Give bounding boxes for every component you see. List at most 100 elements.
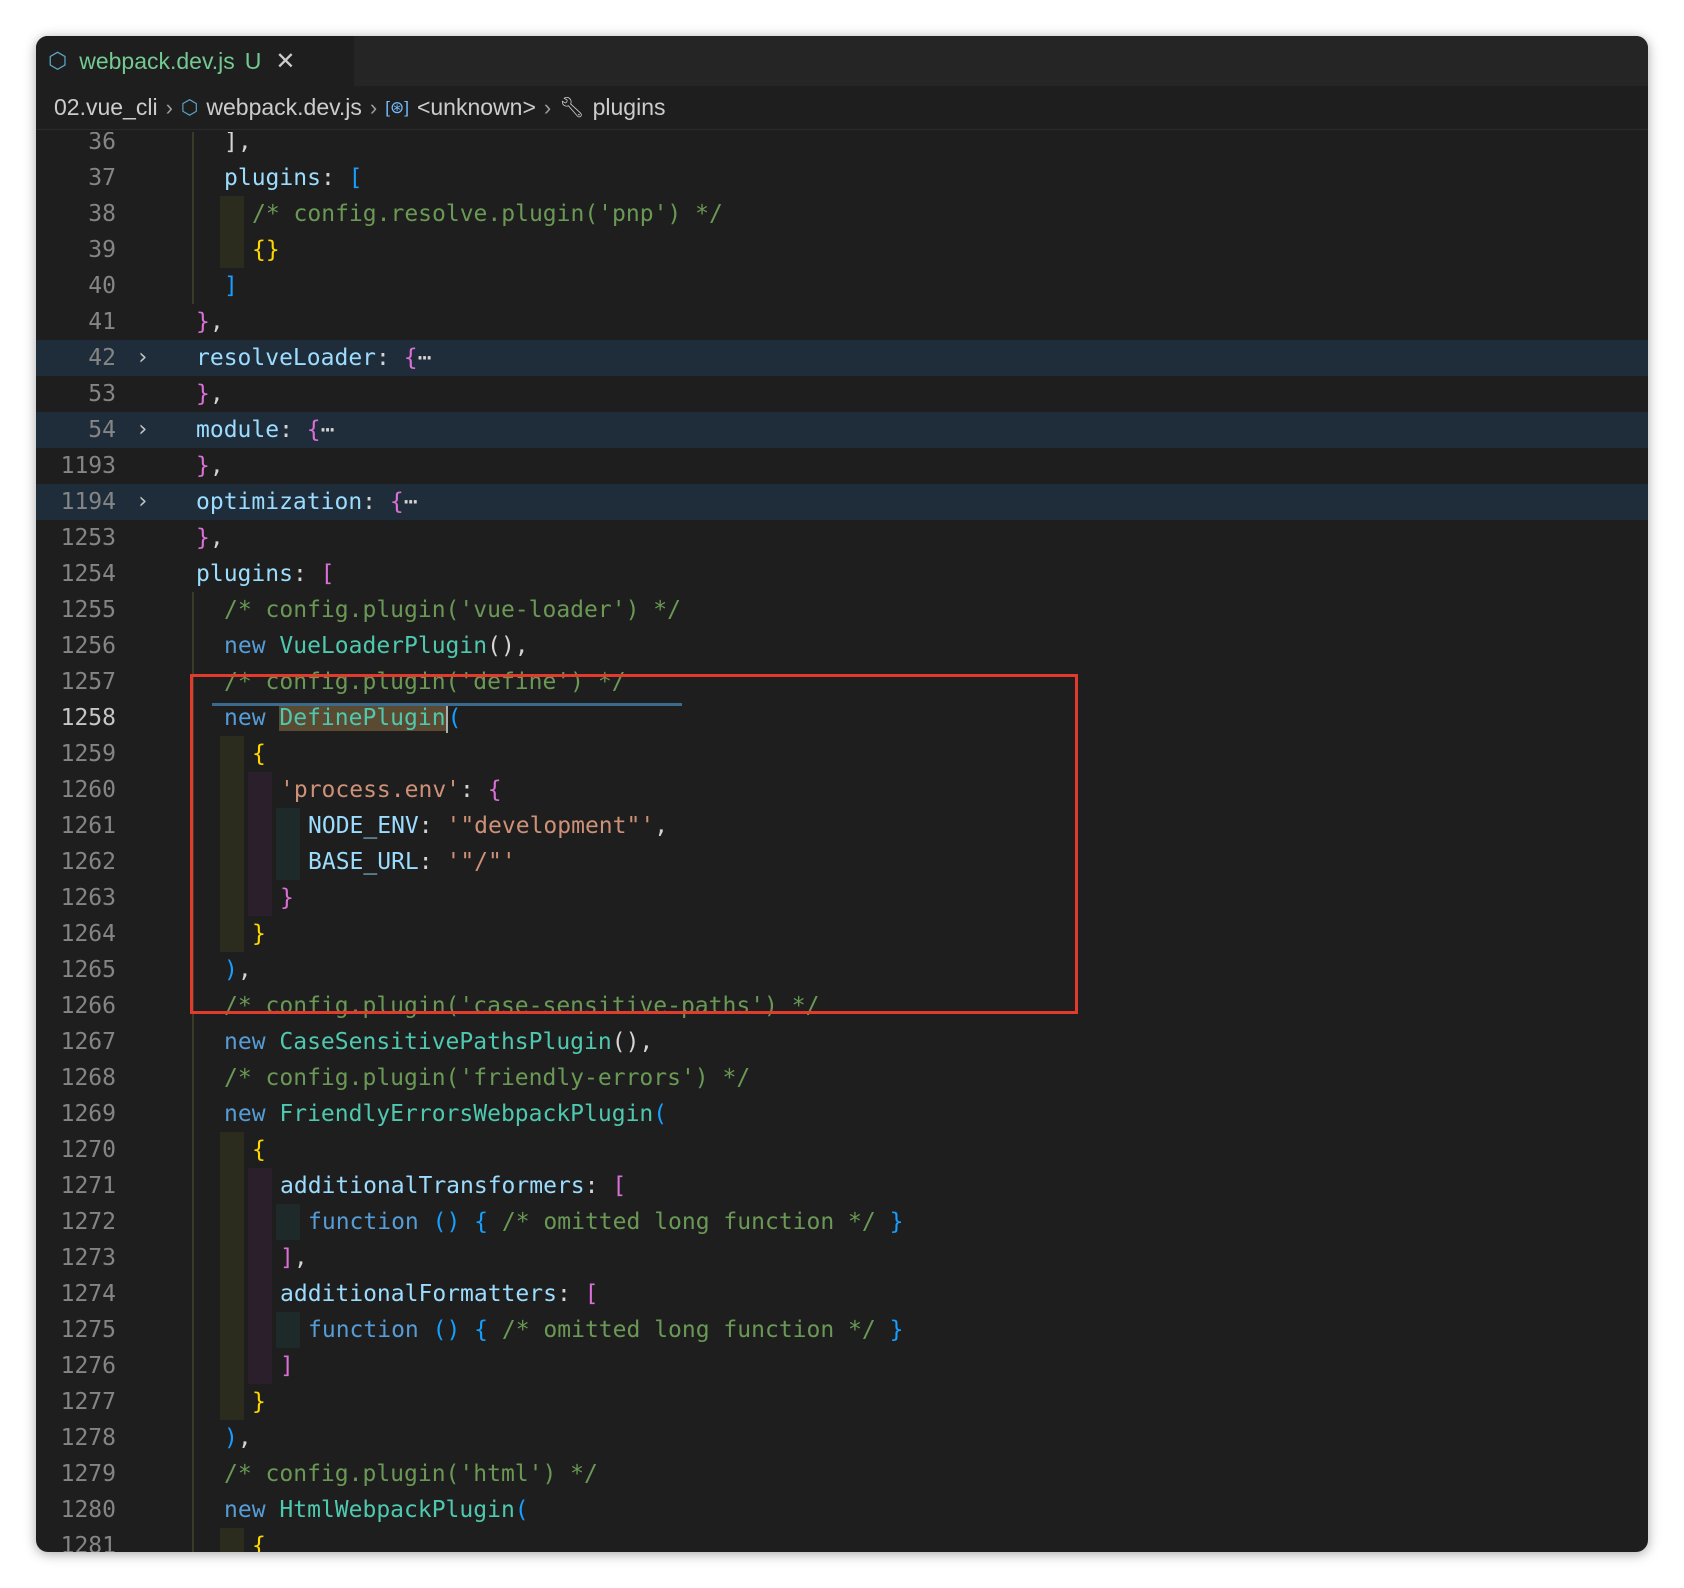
breadcrumb-symbol[interactable]: <unknown> (417, 94, 536, 121)
code-line[interactable]: 1277} (36, 1384, 1648, 1420)
tab-webpack-dev-js[interactable]: ⬡ webpack.dev.js U ✕ (36, 36, 354, 86)
code-token: ( (447, 705, 462, 731)
code-text: } (280, 880, 294, 916)
indent-guide (248, 880, 272, 916)
code-token: { (403, 345, 418, 371)
code-line[interactable]: 1194 › optimization: {⋯ (36, 484, 1648, 520)
code-line[interactable]: 1261 NODE_ENV: '"development"', (36, 808, 1648, 844)
code-line[interactable]: 1270 { (36, 1132, 1648, 1168)
code-line[interactable]: 1265), (36, 952, 1648, 988)
code-editor[interactable]: 36], 37 plugins: [ 38 /* config.resolve.plug… (36, 132, 1648, 1552)
line-number: 1271 (60, 1173, 116, 1199)
code-line[interactable]: 1278), (36, 1420, 1648, 1456)
code-line[interactable]: 1280 new HtmlWebpackPlugin( (36, 1492, 1648, 1528)
code-line[interactable]: 54 › module: {⋯ (36, 412, 1648, 448)
code-token: additionalTransformers (280, 1173, 585, 1199)
indent-guide (192, 232, 194, 268)
code-line[interactable]: 1259 { (36, 736, 1648, 772)
close-icon[interactable]: ✕ (275, 47, 295, 76)
code-line[interactable]: 1257 /* config.plugin('define') */ (36, 664, 1648, 700)
code-line[interactable]: 1274 additionalFormatters: [ (36, 1276, 1648, 1312)
tab-bar: ⬡ webpack.dev.js U ✕ (36, 36, 1648, 86)
code-token: , (237, 1425, 252, 1451)
code-token: ) (224, 1425, 238, 1451)
code-line[interactable]: 1272 function () { /* omitted long functi… (36, 1204, 1648, 1240)
code-line[interactable]: 36], (36, 132, 1648, 160)
variable-icon: [⊛] (385, 97, 409, 117)
code-line[interactable]: 1262 BASE_URL: '"/"' (36, 844, 1648, 880)
indent-guide (192, 700, 194, 736)
code-line[interactable]: 38 /* config.resolve.plugin('pnp') */ (36, 196, 1648, 232)
code-text: { (252, 1528, 266, 1552)
code-token: function (308, 1317, 419, 1343)
code-text: additionalTransformers: [ (280, 1168, 626, 1204)
indent-guide (248, 844, 272, 880)
fold-chevron-icon[interactable]: › (136, 412, 156, 448)
code-line[interactable]: 1269 new FriendlyErrorsWebpackPlugin( (36, 1096, 1648, 1132)
indent-guide (192, 1492, 194, 1528)
indent-guide (192, 1060, 194, 1096)
code-line[interactable]: 1254 plugins: [ (36, 556, 1648, 592)
code-line[interactable]: 41}, (36, 304, 1648, 340)
line-number: 54 (88, 417, 116, 443)
indent-guide (192, 1204, 194, 1240)
breadcrumb-file[interactable]: webpack.dev.js (206, 94, 362, 121)
code-line[interactable]: 1275 function () { /* omitted long functi… (36, 1312, 1648, 1348)
code-line[interactable]: 1255 /* config.plugin('vue-loader') */ (36, 592, 1648, 628)
code-token: : (362, 489, 390, 515)
breadcrumb-folder[interactable]: 02.vue_cli (54, 94, 158, 121)
code-token: () { (418, 1317, 502, 1343)
code-line[interactable]: 37 plugins: [ (36, 160, 1648, 196)
indent-guide (248, 772, 272, 808)
code-line[interactable]: 42 › resolveLoader: {⋯ (36, 340, 1648, 376)
code-line[interactable]: 1260 'process.env': { (36, 772, 1648, 808)
code-token: NODE_ENV (308, 813, 419, 839)
code-line[interactable]: 40] (36, 268, 1648, 304)
code-line[interactable]: 1281 { (36, 1528, 1648, 1552)
code-text: /* config.resolve.plugin('pnp') */ (252, 196, 723, 232)
code-line[interactable]: 1268 /* config.plugin('friendly-errors') … (36, 1060, 1648, 1096)
indent-guide (220, 772, 244, 808)
code-line[interactable]: 1263} (36, 880, 1648, 916)
code-line[interactable]: 1267 new CaseSensitivePathsPlugin(), (36, 1024, 1648, 1060)
code-line[interactable]: 1193}, (36, 448, 1648, 484)
line-number: 1265 (60, 957, 116, 983)
indent-guide (192, 160, 194, 196)
indent-guide (192, 988, 194, 1024)
code-line[interactable]: 1276] (36, 1348, 1648, 1384)
code-token: /* omitted long function */ (501, 1317, 876, 1343)
indent-guide (276, 808, 300, 844)
code-text: function () { /* omitted long function *… (308, 1312, 903, 1348)
code-line[interactable]: 1271 additionalTransformers: [ (36, 1168, 1648, 1204)
code-line[interactable]: 1264} (36, 916, 1648, 952)
code-token: BASE_URL (308, 849, 419, 875)
chevron-right-icon: › (369, 94, 378, 120)
code-line[interactable]: 1279 /* config.plugin('html') */ (36, 1456, 1648, 1492)
code-line[interactable]: 1273], (36, 1240, 1648, 1276)
code-line[interactable]: 53}, (36, 376, 1648, 412)
code-token: [ (584, 1281, 599, 1307)
breadcrumb-property[interactable]: plugins (593, 94, 666, 121)
code-line[interactable]: 1256 new VueLoaderPlugin(), (36, 628, 1648, 664)
code-text: module: {⋯ (196, 412, 335, 448)
indent-guide (192, 664, 194, 700)
indent-guide (220, 1312, 244, 1348)
code-token: ] (224, 273, 238, 299)
indent-guide (192, 1528, 194, 1552)
indent-guide (248, 1204, 272, 1240)
code-line[interactable]: 39 {} (36, 232, 1648, 268)
code-line[interactable]: 1266 /* config.plugin('case-sensitive-pat… (36, 988, 1648, 1024)
fold-chevron-icon[interactable]: › (136, 340, 156, 376)
code-line[interactable]: 1253}, (36, 520, 1648, 556)
indent-guide (220, 808, 244, 844)
code-token: [ (348, 165, 363, 191)
code-token: ) (224, 957, 238, 983)
code-token: : (460, 777, 488, 803)
indent-guide (220, 736, 244, 772)
find-match-underline (212, 703, 682, 706)
line-number: 38 (88, 201, 116, 227)
line-number: 1276 (60, 1353, 116, 1379)
fold-chevron-icon[interactable]: › (136, 484, 156, 520)
line-number: 1267 (60, 1029, 116, 1055)
indent-guide (192, 1024, 194, 1060)
